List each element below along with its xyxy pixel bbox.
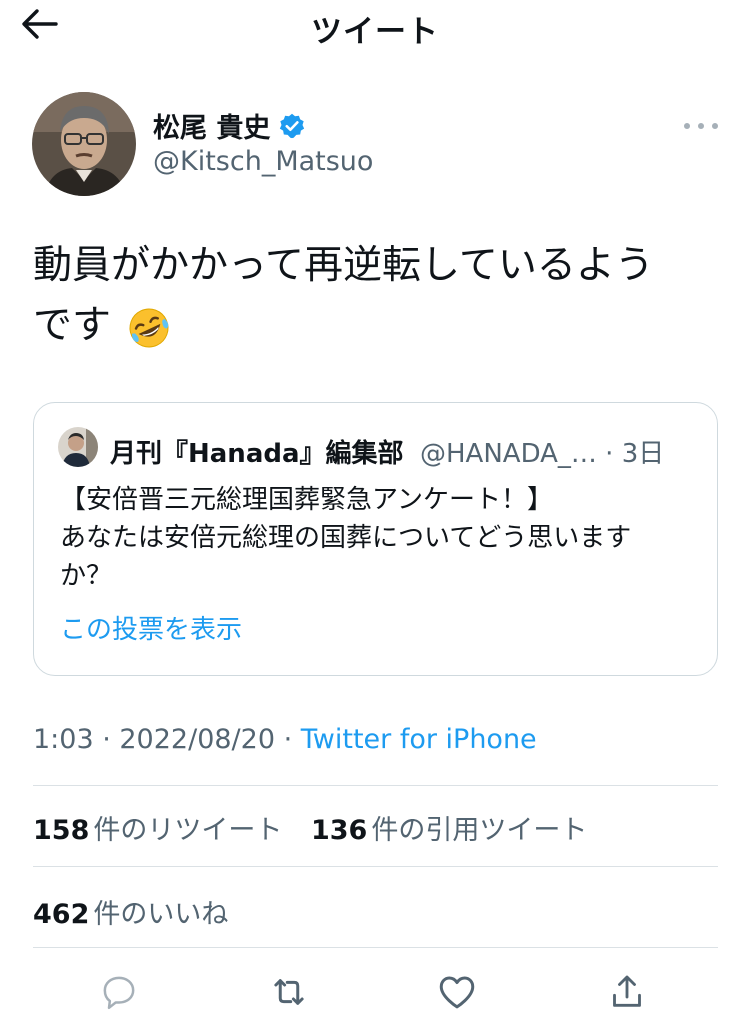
rofl-emoji xyxy=(127,306,171,350)
divider xyxy=(33,947,718,948)
quotes-stat[interactable]: 136 件の引用ツイート xyxy=(311,815,607,846)
view-poll-link[interactable]: この投票を表示 xyxy=(60,609,242,646)
engagement-stats: 158 件のリツイート 136 件の引用ツイート xyxy=(33,808,607,847)
quoted-author-name[interactable]: 月刊『Hanada』編集部 xyxy=(110,433,404,470)
author-name[interactable]: 松尾 貴史 xyxy=(153,106,270,145)
tweet-text-line2: です xyxy=(33,303,112,348)
quotes-count: 136 xyxy=(310,815,368,846)
verified-badge-icon xyxy=(278,112,306,140)
retweet-icon xyxy=(274,979,304,1005)
like-icon xyxy=(439,976,475,1009)
quoted-text-line: あなたは安倍元総理の国葬についてどう思います xyxy=(60,523,632,553)
retweet-button[interactable] xyxy=(265,968,313,1016)
tweet-text-line1: 動員がかかって再逆転しているよう xyxy=(33,243,654,288)
quoted-tweet-card[interactable]: 月刊『Hanada』編集部 @HANADA_… · 3日 【安倍晋三元総理国葬緊… xyxy=(33,402,718,676)
reply-button[interactable] xyxy=(95,968,143,1016)
tweet-source-link[interactable]: Twitter for iPhone xyxy=(301,724,537,755)
tweet-time-date: 1:03 · 2022/08/20 · xyxy=(33,724,301,755)
author-avatar[interactable] xyxy=(32,92,136,196)
author-name-row[interactable]: 松尾 貴史 xyxy=(153,106,306,145)
top-bar: ツイート xyxy=(0,0,750,50)
quoted-avatar[interactable] xyxy=(58,427,98,467)
quoted-author-meta: @HANADA_… · 3日 xyxy=(420,439,665,469)
retweets-stat[interactable]: 158 件のリツイート xyxy=(33,815,311,846)
likes-label: 件のいいね xyxy=(93,899,229,930)
quotes-label: 件の引用ツイート xyxy=(371,815,588,846)
share-icon xyxy=(613,975,641,1007)
quoted-text-line: か？ xyxy=(60,561,113,591)
more-icon[interactable] xyxy=(684,116,718,136)
retweets-count: 158 xyxy=(33,815,90,846)
share-button[interactable] xyxy=(603,968,651,1016)
action-bar xyxy=(33,962,718,1022)
reply-icon xyxy=(103,976,135,1010)
like-button[interactable] xyxy=(433,968,481,1016)
tweet-timestamp: 1:03 · 2022/08/20 · Twitter for iPhone xyxy=(33,724,537,755)
likes-stat[interactable]: 462 件のいいね xyxy=(33,892,248,931)
tweet-text: 動員がかかって再逆転しているよう です xyxy=(33,236,723,356)
divider xyxy=(33,866,718,867)
divider xyxy=(33,785,718,786)
quoted-text-line: 【安倍晋三元総理国葬緊急アンケート！】 xyxy=(60,485,553,515)
likes-count: 462 xyxy=(33,899,90,930)
page-title: ツイート xyxy=(311,14,439,50)
quoted-tweet-text: 【安倍晋三元総理国葬緊急アンケート！】 あなたは安倍元総理の国葬についてどう思い… xyxy=(60,481,700,595)
author-handle[interactable]: @Kitsch_Matsuo xyxy=(153,146,373,177)
retweets-label: 件のリツイート xyxy=(93,815,283,846)
